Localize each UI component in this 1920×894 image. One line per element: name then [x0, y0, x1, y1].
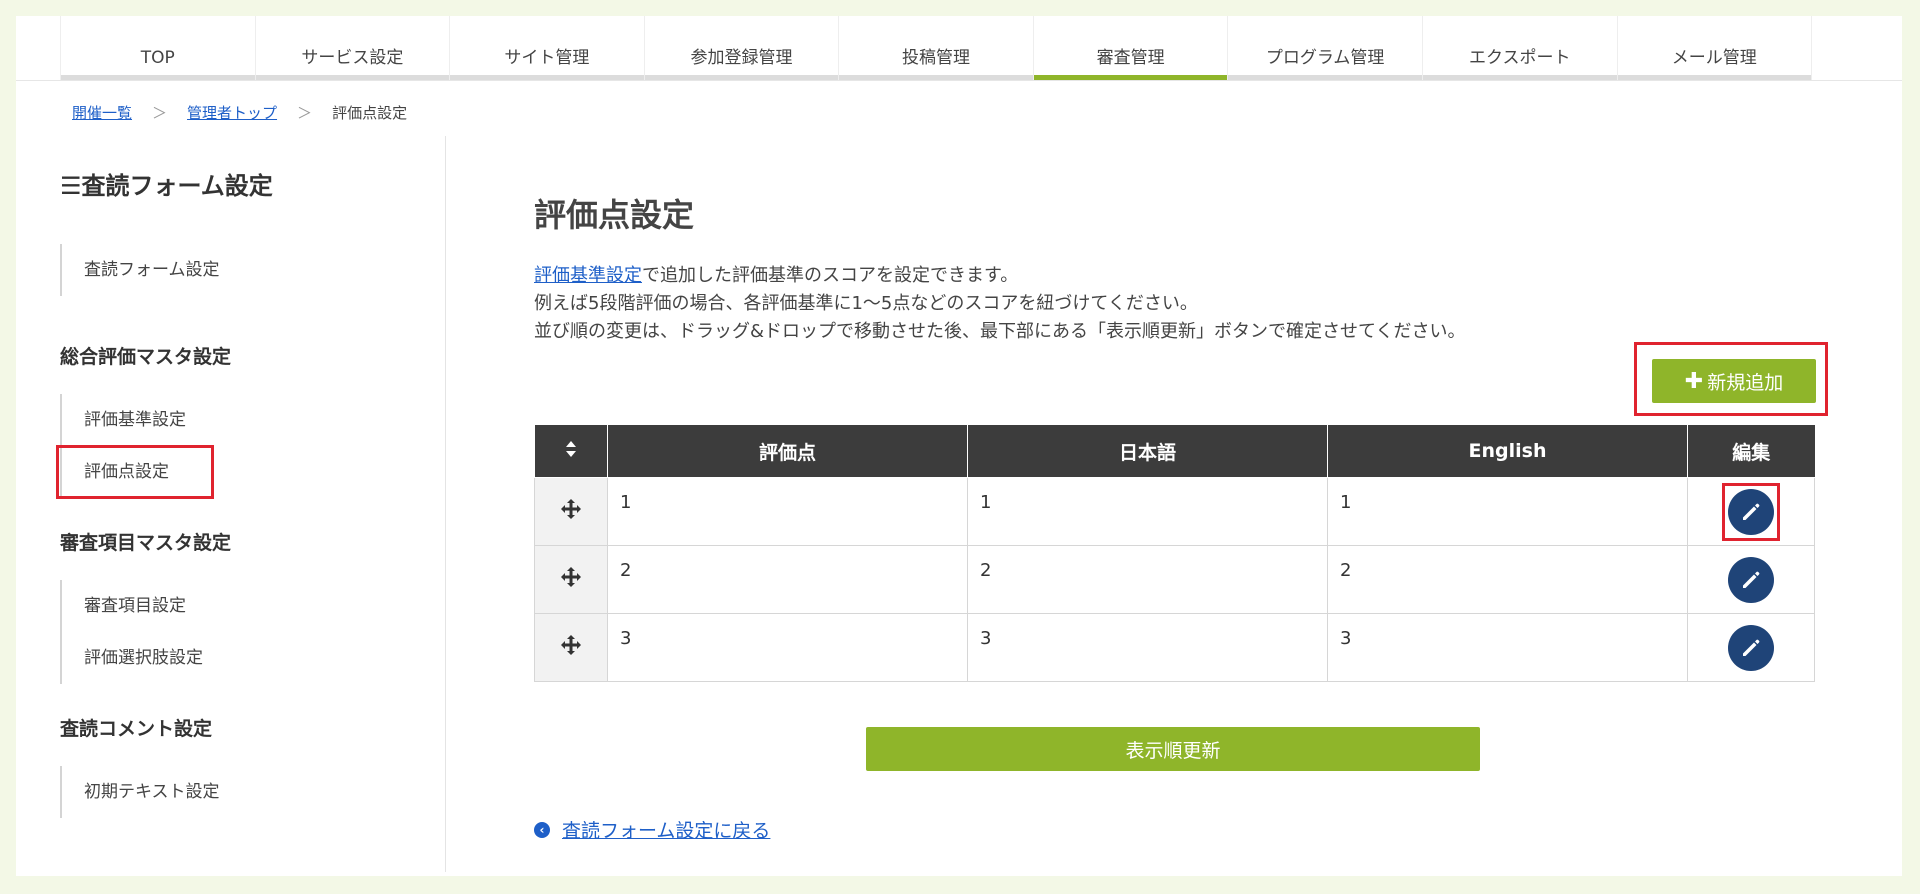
column-header-edit: 編集	[1687, 425, 1815, 478]
bars-icon: ☰	[60, 172, 82, 200]
add-button-highlight: ✚ 新規追加	[1634, 342, 1828, 416]
edit-button[interactable]	[1728, 624, 1774, 671]
table-row: 3 3 3	[534, 613, 1815, 682]
description-line-1: 評価基準設定で追加した評価基準のスコアを設定できます。	[534, 265, 1019, 286]
arrow-left-circle-icon: ‹	[534, 821, 550, 838]
cell-english: 1	[1327, 477, 1688, 546]
drag-handle[interactable]	[534, 613, 608, 682]
sidebar-title: ☰査読フォーム設定	[60, 172, 273, 200]
nav-tab-mail[interactable]: メール管理	[1616, 16, 1813, 80]
cell-edit	[1687, 477, 1815, 546]
table-row: 1 1 1	[534, 477, 1815, 546]
nav-tab-submissions[interactable]: 投稿管理	[838, 16, 1033, 80]
sort-icon	[565, 440, 576, 457]
table-row: 2 2 2	[534, 545, 1815, 614]
sidebar-item-initial-text[interactable]: 初期テキスト設定	[62, 766, 220, 818]
move-icon	[561, 499, 581, 519]
page-card: TOP サービス設定 サイト管理 参加登録管理 投稿管理 審査管理 プログラム管…	[16, 16, 1902, 876]
cell-score: 3	[607, 613, 968, 682]
column-header-japanese: 日本語	[967, 425, 1328, 478]
breadcrumb-link-admin-top[interactable]: 管理者トップ	[187, 102, 277, 123]
nav-tab-site-management[interactable]: サイト管理	[449, 16, 644, 80]
cell-english: 3	[1327, 613, 1688, 682]
cell-score: 1	[607, 477, 968, 546]
cell-japanese: 1	[967, 477, 1328, 546]
sort-column-header[interactable]	[534, 425, 608, 478]
back-link: ‹ 査読フォーム設定に戻る	[534, 816, 770, 843]
nav-tab-program[interactable]: プログラム管理	[1227, 16, 1422, 80]
chevron-right-icon: ＞	[152, 103, 168, 122]
page-title: 評価点設定	[534, 196, 695, 234]
sidebar-item-choices[interactable]: 評価選択肢設定	[62, 632, 203, 684]
breadcrumb: 開催一覧 ＞ 管理者トップ ＞ 評価点設定	[72, 100, 407, 124]
cell-edit	[1687, 545, 1815, 614]
sidebar-item-score[interactable]: 評価点設定	[56, 445, 214, 499]
breadcrumb-current: 評価点設定	[332, 103, 408, 122]
criteria-settings-link[interactable]: 評価基準設定	[534, 265, 642, 286]
nav-tab-review[interactable]: 審査管理	[1032, 16, 1228, 80]
cell-score: 2	[607, 545, 968, 614]
sidebar-group-head-comment: 査読コメント設定	[60, 718, 213, 740]
pencil-icon	[1743, 503, 1760, 520]
sidebar-item-criteria[interactable]: 評価基準設定	[62, 394, 186, 446]
chevron-right-icon: ＞	[297, 103, 313, 122]
drag-handle[interactable]	[534, 545, 608, 614]
sidebar-group-overall: 評価基準設定 評価点設定	[56, 394, 214, 499]
back-to-review-form-link[interactable]: 査読フォーム設定に戻る	[562, 816, 770, 843]
cell-japanese: 2	[967, 545, 1328, 614]
nav-tab-export[interactable]: エクスポート	[1421, 16, 1617, 80]
sidebar-group-head-overall: 総合評価マスタ設定	[60, 346, 232, 368]
top-nav: TOP サービス設定 サイト管理 参加登録管理 投稿管理 審査管理 プログラム管…	[60, 16, 1813, 80]
update-order-button[interactable]: 表示順更新	[866, 727, 1480, 771]
sidebar-divider	[445, 136, 446, 872]
column-header-english: English	[1327, 425, 1688, 478]
description-line-3: 並び順の変更は、ドラッグ&ドロップで移動させた後、最下部にある「表示順更新」ボタ…	[534, 321, 1466, 342]
sidebar-group-comment: 初期テキスト設定	[60, 766, 220, 818]
sidebar-group-form: 査読フォーム設定	[60, 244, 220, 296]
cell-edit	[1687, 613, 1815, 682]
table-header-row: 評価点 日本語 English 編集	[534, 425, 1815, 478]
score-table: 評価点 日本語 English 編集 1 1 1 2 2 2 3 3 3	[534, 425, 1815, 682]
description: 評価基準設定で追加した評価基準のスコアを設定できます。 例えば5段階評価の場合、…	[534, 262, 1466, 346]
edit-button-highlight	[1722, 482, 1780, 541]
edit-button[interactable]	[1728, 556, 1774, 603]
nav-tab-top[interactable]: TOP	[60, 16, 255, 80]
nav-tab-registration[interactable]: 参加登録管理	[643, 16, 839, 80]
move-icon	[561, 567, 581, 587]
plus-icon: ✚	[1684, 368, 1704, 394]
sidebar-item-review-items[interactable]: 審査項目設定	[62, 580, 203, 632]
cell-english: 2	[1327, 545, 1688, 614]
nav-divider	[16, 80, 1902, 81]
sidebar-item-review-form[interactable]: 査読フォーム設定	[62, 244, 220, 296]
move-icon	[561, 635, 581, 655]
description-line-2: 例えば5段階評価の場合、各評価基準に1～5点などのスコアを紐づけてください。	[534, 293, 1198, 314]
sidebar-group-items: 審査項目設定 評価選択肢設定	[60, 580, 203, 684]
sidebar-group-head-items: 審査項目マスタ設定	[60, 532, 232, 554]
edit-button[interactable]	[1728, 488, 1774, 535]
breadcrumb-link-events[interactable]: 開催一覧	[72, 102, 132, 123]
drag-handle[interactable]	[534, 477, 608, 546]
pencil-icon	[1743, 571, 1760, 588]
column-header-score: 評価点	[607, 425, 968, 478]
nav-tab-service-settings[interactable]: サービス設定	[254, 16, 450, 80]
cell-japanese: 3	[967, 613, 1328, 682]
add-new-button[interactable]: ✚ 新規追加	[1652, 359, 1816, 403]
pencil-icon	[1743, 639, 1760, 656]
